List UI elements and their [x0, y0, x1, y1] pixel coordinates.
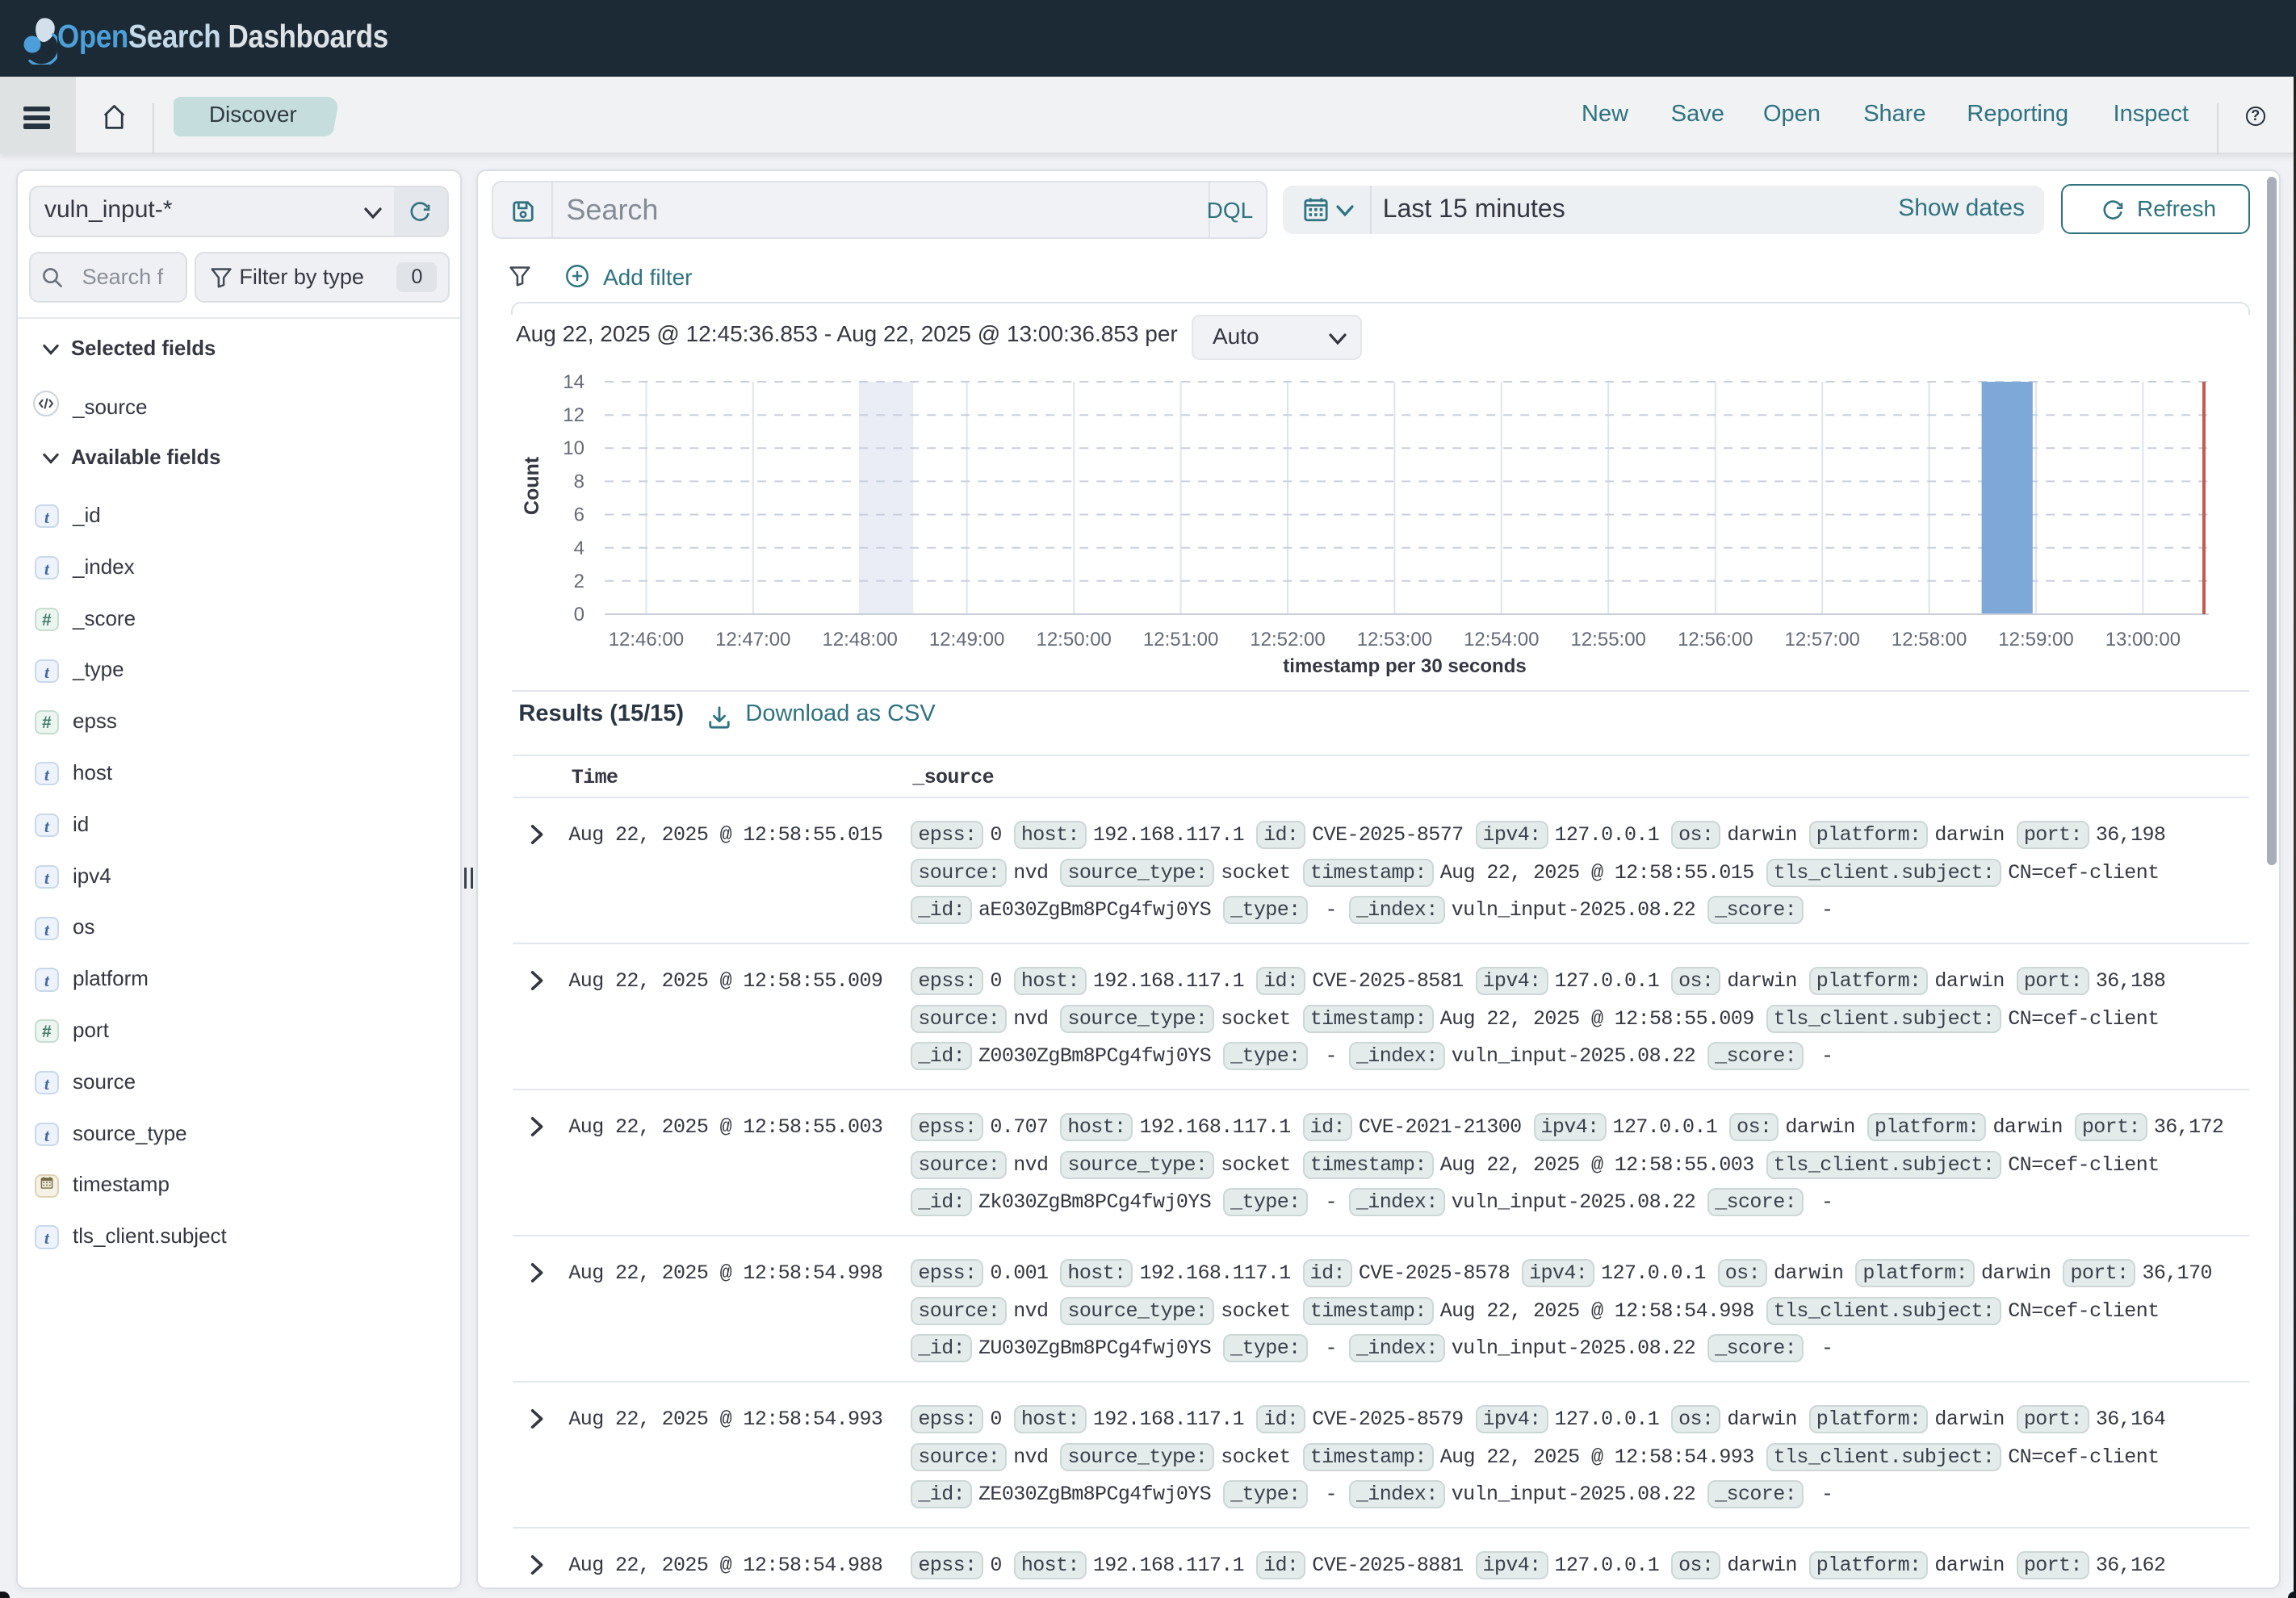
svg-text:14: 14	[564, 371, 585, 393]
svg-text:12:46:00: 12:46:00	[609, 629, 684, 650]
svg-text:12:47:00: 12:47:00	[715, 629, 790, 650]
svg-text:12:49:00: 12:49:00	[929, 629, 1004, 650]
svg-text:10: 10	[564, 437, 585, 459]
svg-text:12:58:00: 12:58:00	[1892, 629, 1967, 650]
svg-text:12:48:00: 12:48:00	[823, 629, 898, 650]
svg-text:12:54:00: 12:54:00	[1464, 629, 1539, 650]
svg-text:6: 6	[574, 504, 584, 526]
svg-text:8: 8	[574, 471, 584, 492]
svg-text:timestamp per 30 seconds: timestamp per 30 seconds	[1284, 655, 1527, 677]
svg-text:12:55:00: 12:55:00	[1571, 629, 1646, 650]
svg-text:4: 4	[574, 538, 584, 559]
svg-text:12:53:00: 12:53:00	[1357, 629, 1432, 650]
svg-text:12:56:00: 12:56:00	[1678, 629, 1753, 650]
svg-text:0: 0	[574, 604, 584, 625]
svg-text:12:59:00: 12:59:00	[1999, 629, 2074, 650]
svg-text:12:52:00: 12:52:00	[1251, 629, 1326, 650]
svg-text:12:50:00: 12:50:00	[1037, 629, 1112, 650]
svg-text:12:57:00: 12:57:00	[1785, 629, 1860, 650]
svg-text:12:51:00: 12:51:00	[1143, 629, 1218, 650]
svg-text:2: 2	[574, 571, 584, 592]
svg-text:12: 12	[564, 404, 585, 426]
svg-text:Count: Count	[521, 456, 543, 515]
svg-text:13:00:00: 13:00:00	[2105, 629, 2181, 650]
